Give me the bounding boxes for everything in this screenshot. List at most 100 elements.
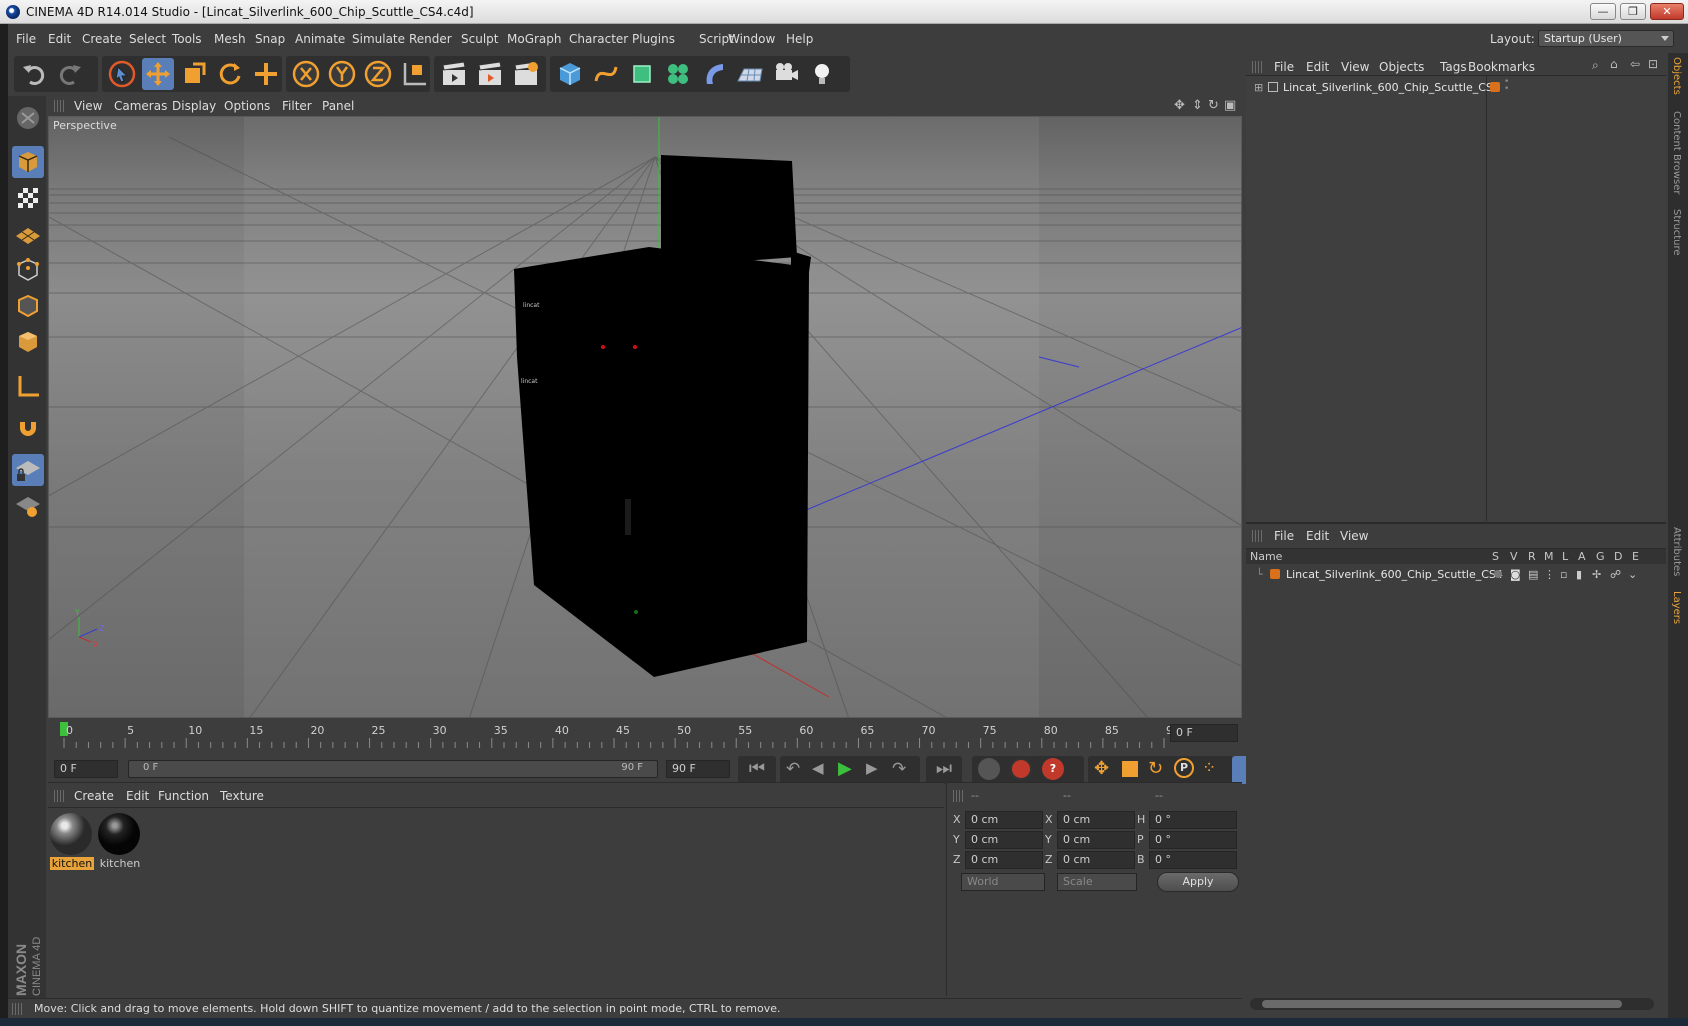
objects-menu-objects[interactable]: Objects [1379,60,1424,74]
deformer-button[interactable] [698,58,730,90]
deformer-icon[interactable]: ☍ [1610,568,1621,581]
current-frame-field[interactable]: 0 F [1170,724,1238,742]
timeline-ruler[interactable]: 051015202530354045505560657075808590 0 F [48,720,1242,750]
material-menu-function[interactable]: Function [158,789,209,803]
position-y-field[interactable]: 0 cm [965,831,1043,849]
start-frame-field[interactable]: 0 F [54,760,118,778]
visibility-dots-icon[interactable]: • • [1504,78,1509,94]
viewport-menu-options[interactable]: Options [224,99,270,113]
layer-row[interactable]: └ Lincat_Silverlink_600_Chip_Scuttle_CS4… [1246,566,1666,584]
menu-sculpt[interactable]: Sculpt [461,32,498,46]
panel-grip-icon[interactable] [54,100,64,112]
viewport-maximize-icon[interactable]: ▣ [1224,98,1236,113]
record-keys-icon[interactable] [1010,758,1032,780]
tab-objects[interactable]: Objects [1671,57,1682,95]
viewport-menu-panel[interactable]: Panel [322,99,354,113]
objects-menu-file[interactable]: File [1274,60,1294,74]
go-to-end-button[interactable]: ⏭ [926,756,962,784]
menu-window[interactable]: Window [728,32,775,46]
next-key-button[interactable]: ↷ [892,759,906,779]
rotation-h-field[interactable]: 0 ° [1149,811,1237,829]
spline-pen-button[interactable] [590,58,622,90]
panel-grip-icon[interactable] [1252,61,1262,73]
menu-mesh[interactable]: Mesh [214,32,246,46]
workplane-lock-button[interactable] [12,454,44,486]
viewport-menu-view[interactable]: View [74,99,102,113]
frame-range-slider[interactable]: 0 F 90 F [128,760,658,778]
render-clapboard-icon[interactable]: ▤ [1528,568,1538,581]
key-scale-icon[interactable] [1122,761,1138,777]
rotation-p-field[interactable]: 0 ° [1149,831,1237,849]
tab-structure[interactable]: Structure [1671,209,1682,256]
render-view-button[interactable] [438,58,470,90]
polygons-mode-button[interactable] [12,326,44,358]
menu-character[interactable]: Character [569,32,628,46]
autokey-help-icon[interactable]: ? [1042,758,1064,780]
render-picture-viewer-button[interactable] [474,58,506,90]
view-eye-icon[interactable]: ◙ [1510,568,1521,581]
live-selection-tool[interactable] [106,58,138,90]
material-menu-edit[interactable]: Edit [126,789,149,803]
close-button[interactable]: ✕ [1650,3,1684,20]
coordinate-system-toggle[interactable] [398,58,430,90]
key-rotation-icon[interactable]: ↻ [1148,758,1163,779]
layout-dropdown[interactable]: Startup (User) [1538,30,1674,47]
position-x-field[interactable]: 0 cm [965,811,1043,829]
menu-select[interactable]: Select [129,32,166,46]
menu-edit[interactable]: Edit [48,32,71,46]
menu-simulate[interactable]: Simulate [352,32,405,46]
animation-film-icon[interactable]: ▮ [1576,568,1582,581]
workplane-mode-button[interactable] [12,218,44,250]
solo-mode-button[interactable] [12,490,44,522]
make-editable-button[interactable] [12,102,44,134]
edges-mode-button[interactable] [12,290,44,322]
size-y-field[interactable]: 0 cm [1057,831,1135,849]
material-menu-texture[interactable]: Texture [220,789,264,803]
size-z-field[interactable]: 0 cm [1057,851,1135,869]
position-z-field[interactable]: 0 cm [965,851,1043,869]
points-mode-button[interactable] [12,254,44,286]
viewport-zoom-icon[interactable]: ⇕ [1192,98,1203,113]
menu-render[interactable]: Render [409,32,452,46]
tab-layers[interactable]: Layers [1671,591,1682,624]
generator-icon[interactable]: ✢ [1592,568,1601,581]
render-settings-button[interactable] [510,58,542,90]
motion-record-icon[interactable] [978,758,1000,780]
menu-tools[interactable]: Tools [172,32,202,46]
manager-tree-icon[interactable]: ⋮ [1544,568,1555,581]
key-parameter-icon[interactable]: P [1174,758,1194,778]
scale-dropdown[interactable]: Scale [1057,873,1137,891]
rotation-b-field[interactable]: 0 ° [1149,851,1237,869]
floor-environment-button[interactable] [734,58,766,90]
material-menu-create[interactable]: Create [74,789,114,803]
layer-color-icon[interactable] [1490,82,1500,92]
size-x-field[interactable]: 0 cm [1057,811,1135,829]
layers-menu-file[interactable]: File [1274,529,1294,543]
menu-animate[interactable]: Animate [295,32,345,46]
redo-button[interactable] [54,58,86,90]
recent-tool[interactable] [250,58,282,90]
menu-help[interactable]: Help [786,32,813,46]
minimize-button[interactable]: — [1590,3,1616,20]
array-button[interactable] [662,58,694,90]
move-tool[interactable] [142,58,174,90]
y-axis-lock[interactable] [326,58,358,90]
scrollbar-thumb[interactable] [1262,1000,1622,1008]
layers-menu-edit[interactable]: Edit [1306,529,1329,543]
menu-file[interactable]: File [16,32,36,46]
z-axis-lock[interactable] [362,58,394,90]
search-icon[interactable]: ⌕ [1592,58,1599,73]
viewport-menu-display[interactable]: Display [172,99,216,113]
new-window-icon[interactable]: ⊡ [1648,57,1658,71]
x-axis-lock[interactable] [290,58,322,90]
next-frame-button[interactable]: ▶ [866,759,878,777]
perspective-viewport[interactable]: lincat lincat Y Z X Perspective [48,116,1242,718]
scale-tool[interactable] [178,58,210,90]
layer-color-icon[interactable] [1270,569,1280,579]
viewport-rotate-icon[interactable]: ↻ [1208,98,1219,113]
menu-plugins[interactable]: Plugins [632,32,675,46]
camera-button[interactable] [770,58,802,90]
cube-object-button[interactable] [554,58,586,90]
horizontal-scrollbar[interactable] [1250,998,1654,1010]
previous-key-button[interactable]: ↶ [786,759,800,779]
